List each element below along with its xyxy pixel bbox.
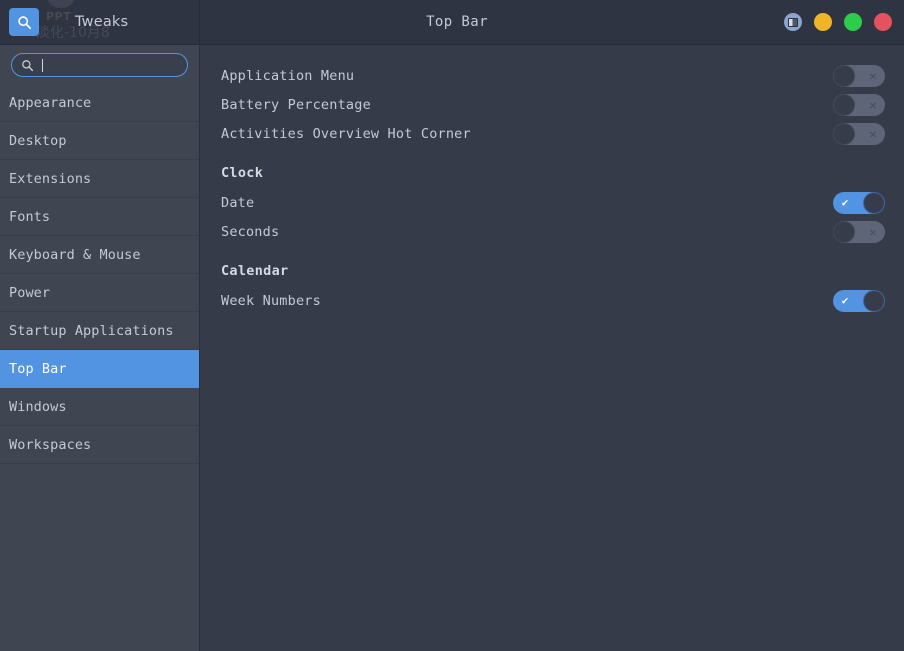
toggle-knob [834, 65, 854, 86]
ghost-shape [48, 0, 74, 8]
sidebar-item-windows[interactable]: Windows [0, 388, 199, 426]
window-controls [784, 0, 892, 44]
section-heading: Clock [221, 165, 264, 181]
sidebar-item-startup-applications[interactable]: Startup Applications [0, 312, 199, 350]
sidebar-item-label: Extensions [9, 170, 92, 187]
preference-label: Date [221, 194, 255, 211]
preferences-panel: Application Menu ✕ Battery Percentage ✕ Acti… [200, 45, 904, 651]
preference-label: Week Numbers [221, 292, 321, 309]
ghost-text-1: PPT [46, 10, 72, 23]
sidebar-item-extensions[interactable]: Extensions [0, 160, 199, 198]
close-button[interactable] [874, 13, 892, 31]
check-icon: ✔ [841, 294, 849, 307]
cross-icon: ✕ [869, 224, 877, 239]
section-heading: Calendar [221, 263, 289, 279]
sidebar-item-fonts[interactable]: Fonts [0, 198, 199, 236]
sidebar-item-label: Startup Applications [9, 322, 174, 339]
maximize-button[interactable] [844, 13, 862, 31]
preference-row: Activities Overview Hot Corner ✕ [221, 119, 888, 148]
toggle-knob [834, 221, 854, 242]
titlebar-left-section: PPT 淡化-10月8 Tweaks [0, 0, 200, 44]
minimize-button[interactable] [814, 13, 832, 31]
toggle-knob [864, 192, 884, 213]
sidebar-item-power[interactable]: Power [0, 274, 199, 312]
sidebar-item-label: Windows [9, 398, 67, 415]
check-icon: ✔ [841, 196, 849, 209]
sidebar-item-desktop[interactable]: Desktop [0, 122, 199, 160]
sidebar-item-top-bar[interactable]: Top Bar [0, 350, 199, 388]
toggle-switch[interactable]: ✔ [833, 191, 885, 214]
preference-row: Seconds ✕ [221, 217, 888, 246]
search-container [0, 45, 199, 84]
preference-row: Application Menu ✕ [221, 61, 888, 90]
sidebar-list: Appearance Desktop Extensions Fonts Keyboard… [0, 84, 199, 651]
titlebar: PPT 淡化-10月8 Tweaks Top Bar [0, 0, 904, 45]
sidebar-item-label: Appearance [9, 94, 92, 111]
sidebar-item-label: Top Bar [9, 360, 67, 377]
sidebar-item-appearance[interactable]: Appearance [0, 84, 199, 122]
search-input[interactable] [11, 53, 188, 77]
sidebar-item-workspaces[interactable]: Workspaces [0, 426, 199, 464]
sidebar-item-label: Desktop [9, 132, 67, 149]
sidebar-item-label: Fonts [9, 208, 51, 225]
window-body: Appearance Desktop Extensions Fonts Keyboard… [0, 45, 904, 651]
sidebar-item-keyboard-mouse[interactable]: Keyboard & Mouse [0, 236, 199, 274]
sidebar-icon [788, 17, 798, 27]
toggle-knob [864, 290, 884, 311]
preference-label: Activities Overview Hot Corner [221, 125, 471, 142]
toggle-switch[interactable]: ✕ [833, 122, 885, 145]
toggle-knob [834, 94, 854, 115]
cross-icon: ✕ [869, 97, 877, 112]
search-icon [21, 59, 34, 72]
sidebar-item-label: Workspaces [9, 436, 92, 453]
sidebar-item-label: Power [9, 284, 51, 301]
search-icon [17, 15, 32, 30]
sidebar: Appearance Desktop Extensions Fonts Keyboard… [0, 45, 200, 651]
toggle-switch[interactable]: ✕ [833, 93, 885, 116]
sidebar-item-label: Keyboard & Mouse [9, 246, 141, 263]
app-title: Tweaks [75, 14, 129, 30]
preference-label: Battery Percentage [221, 96, 371, 113]
toggle-knob [834, 123, 854, 144]
cross-icon: ✕ [869, 68, 877, 83]
toggle-switch[interactable]: ✕ [833, 64, 885, 87]
preference-label: Application Menu [221, 67, 355, 84]
tweaks-window: PPT 淡化-10月8 Tweaks Top Bar Appearance De… [0, 0, 904, 651]
cross-icon: ✕ [869, 126, 877, 141]
text-caret [42, 58, 43, 72]
titlebar-right-section: Top Bar [200, 0, 904, 44]
toggle-switch[interactable]: ✔ [833, 289, 885, 312]
preference-row: Battery Percentage ✕ [221, 90, 888, 119]
preference-label: Seconds [221, 223, 280, 240]
preference-row: Week Numbers ✔ [221, 286, 888, 315]
toggle-switch[interactable]: ✕ [833, 220, 885, 243]
search-toggle-button[interactable] [9, 8, 39, 36]
preference-row: Date ✔ [221, 188, 888, 217]
sidebar-toggle-button[interactable] [784, 13, 802, 31]
